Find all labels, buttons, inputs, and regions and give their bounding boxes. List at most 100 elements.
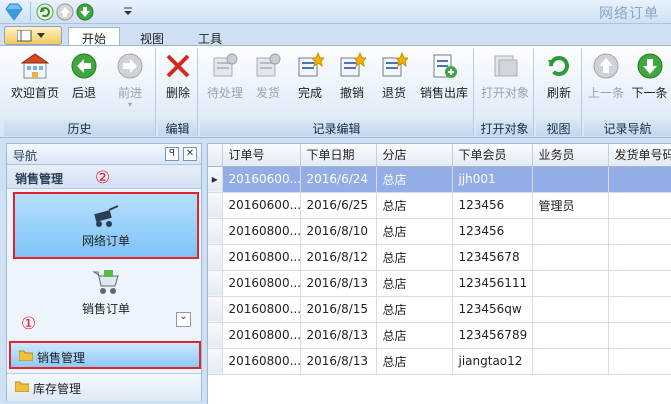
table-cell[interactable]	[608, 218, 671, 245]
table-row[interactable]: 20160800... 2016/8/12 总店 12345678	[208, 244, 671, 271]
column-header-order-no[interactable]: 订单号	[222, 144, 301, 167]
table-cell[interactable]: 2016/8/15	[300, 296, 377, 323]
table-cell[interactable]: 2016/8/13	[300, 348, 377, 375]
arrow-down-icon[interactable]	[76, 3, 94, 21]
table-cell[interactable]: 总店	[376, 166, 453, 193]
table-cell[interactable]	[608, 244, 671, 271]
complete-button[interactable]: 完成	[290, 52, 330, 101]
return-goods-button[interactable]: 退货	[374, 52, 414, 101]
column-header-shipping-no[interactable]: 发货单号码	[608, 144, 671, 167]
table-cell[interactable]	[532, 270, 609, 297]
table-cell[interactable]	[608, 270, 671, 297]
table-cell[interactable]	[532, 218, 609, 245]
table-row[interactable]: 20160800... 2016/8/13 总店 123456111	[208, 270, 671, 297]
table-row[interactable]: 20160800... 2016/8/13 总店 123456789	[208, 322, 671, 349]
table-cell[interactable]: 总店	[376, 322, 453, 349]
pending-button[interactable]: 待处理	[202, 52, 248, 101]
app-menu-icon	[17, 30, 45, 42]
group-open-object: 打开对象 打开对象	[476, 48, 534, 136]
table-row[interactable]: 20160800... 2016/8/10 总店 123456	[208, 218, 671, 245]
table-cell[interactable]: 总店	[376, 192, 453, 219]
tab-tools[interactable]: 工具	[184, 27, 236, 47]
refresh-icon[interactable]	[36, 3, 54, 21]
table-cell[interactable]	[532, 322, 609, 349]
tab-start[interactable]: 开始	[68, 27, 120, 47]
open-object-button[interactable]: 打开对象	[478, 52, 532, 101]
nav-item-sales-orders[interactable]: 销售订单	[13, 264, 199, 322]
column-header-order-date[interactable]: 下单日期	[300, 144, 377, 167]
table-cell[interactable]	[532, 244, 609, 271]
group-label-open-object: 打开对象	[476, 120, 533, 136]
table-cell[interactable]: 123456111	[452, 270, 533, 297]
pin-icon[interactable]: ꟼ	[165, 147, 179, 161]
delete-button[interactable]: 删除	[160, 52, 196, 101]
back-button[interactable]: 后退	[62, 52, 106, 101]
column-header-salesperson[interactable]: 业务员	[532, 144, 609, 167]
welcome-home-button[interactable]: 欢迎首页	[8, 52, 62, 101]
table-cell[interactable]: 2016/8/10	[300, 218, 377, 245]
table-cell[interactable]: 20160800...	[222, 244, 301, 271]
table-cell[interactable]: 总店	[376, 270, 453, 297]
tab-view[interactable]: 视图	[126, 27, 178, 47]
table-cell[interactable]: 总店	[376, 348, 453, 375]
table-cell[interactable]: jiangtao12	[452, 348, 533, 375]
ship-button[interactable]: 发货	[248, 52, 288, 101]
table-cell[interactable]: 总店	[376, 296, 453, 323]
table-cell[interactable]	[532, 166, 609, 193]
refresh-button[interactable]: 刷新	[538, 52, 580, 101]
table-cell[interactable]: 总店	[376, 244, 453, 271]
table-row[interactable]: ▸ 20160600... 2016/6/24 总店 jjh001	[208, 166, 671, 193]
table-cell[interactable]: 20160800...	[222, 270, 301, 297]
table-cell[interactable]: 123456	[452, 192, 533, 219]
app-menu-button[interactable]	[4, 26, 62, 45]
nav-bar-sales-management[interactable]: 销售管理	[9, 341, 201, 369]
table-row[interactable]: 20160600... 2016/6/25 总店 123456 管理员	[208, 192, 671, 219]
row-indicator	[208, 270, 223, 297]
table-cell[interactable]	[532, 296, 609, 323]
table-cell[interactable]	[532, 348, 609, 375]
table-cell[interactable]	[608, 166, 671, 193]
table-cell[interactable]	[608, 296, 671, 323]
table-cell[interactable]: 12345678	[452, 244, 533, 271]
table-cell[interactable]: 2016/6/24	[300, 166, 377, 193]
forward-button[interactable]: 前进 ▾	[108, 52, 152, 109]
table-cell[interactable]: 123456789	[452, 322, 533, 349]
table-cell[interactable]: 20160800...	[222, 348, 301, 375]
table-cell[interactable]: 2016/8/13	[300, 270, 377, 297]
table-cell[interactable]: 2016/6/25	[300, 192, 377, 219]
expand-button[interactable]: ⌄	[176, 312, 191, 327]
table-row[interactable]: 20160800... 2016/8/15 总店 123456qw	[208, 296, 671, 323]
arrow-up-icon[interactable]	[56, 3, 74, 21]
title-bar: 网络订单	[0, 0, 671, 24]
shopping-cart-icon	[92, 270, 119, 294]
group-view: 刷新 视图	[536, 48, 582, 136]
table-cell[interactable]: 20160800...	[222, 218, 301, 245]
table-cell[interactable]: 总店	[376, 218, 453, 245]
table-cell[interactable]: 20160800...	[222, 322, 301, 349]
table-cell[interactable]	[608, 348, 671, 375]
previous-record-button[interactable]: 上一条	[584, 52, 628, 101]
table-cell[interactable]: 123456	[452, 218, 533, 245]
close-icon[interactable]: ✕	[183, 147, 197, 161]
column-header-member[interactable]: 下单会员	[452, 144, 533, 167]
arrow-up-icon	[593, 53, 619, 79]
table-cell[interactable]: 2016/8/12	[300, 244, 377, 271]
chevron-down-icon[interactable]	[123, 7, 133, 17]
table-cell[interactable]: 管理员	[532, 192, 609, 219]
table-cell[interactable]: 2016/8/13	[300, 322, 377, 349]
nav-item-online-orders[interactable]: 网络订单	[13, 192, 199, 259]
table-cell[interactable]	[608, 192, 671, 219]
table-cell[interactable]: jjh001	[452, 166, 533, 193]
ribbon: 欢迎首页 后退 前进 ▾ 历史 删除 编辑 待处理 发货 完成 撤销 退货 销售…	[0, 45, 671, 138]
next-record-button[interactable]: 下一条	[628, 52, 671, 101]
table-cell[interactable]: 20160600...	[222, 192, 301, 219]
sales-outbound-button[interactable]: 销售出库	[416, 52, 472, 101]
table-cell[interactable]: 20160800...	[222, 296, 301, 323]
column-header-branch[interactable]: 分店	[376, 144, 453, 167]
table-row[interactable]: 20160800... 2016/8/13 总店 jiangtao12	[208, 348, 671, 375]
table-cell[interactable]: 20160600...	[222, 166, 301, 193]
table-cell[interactable]: 123456qw	[452, 296, 533, 323]
nav-bar-inventory-management[interactable]: 库存管理	[7, 373, 201, 401]
undo-button[interactable]: 撤销	[332, 52, 372, 101]
table-cell[interactable]	[608, 322, 671, 349]
